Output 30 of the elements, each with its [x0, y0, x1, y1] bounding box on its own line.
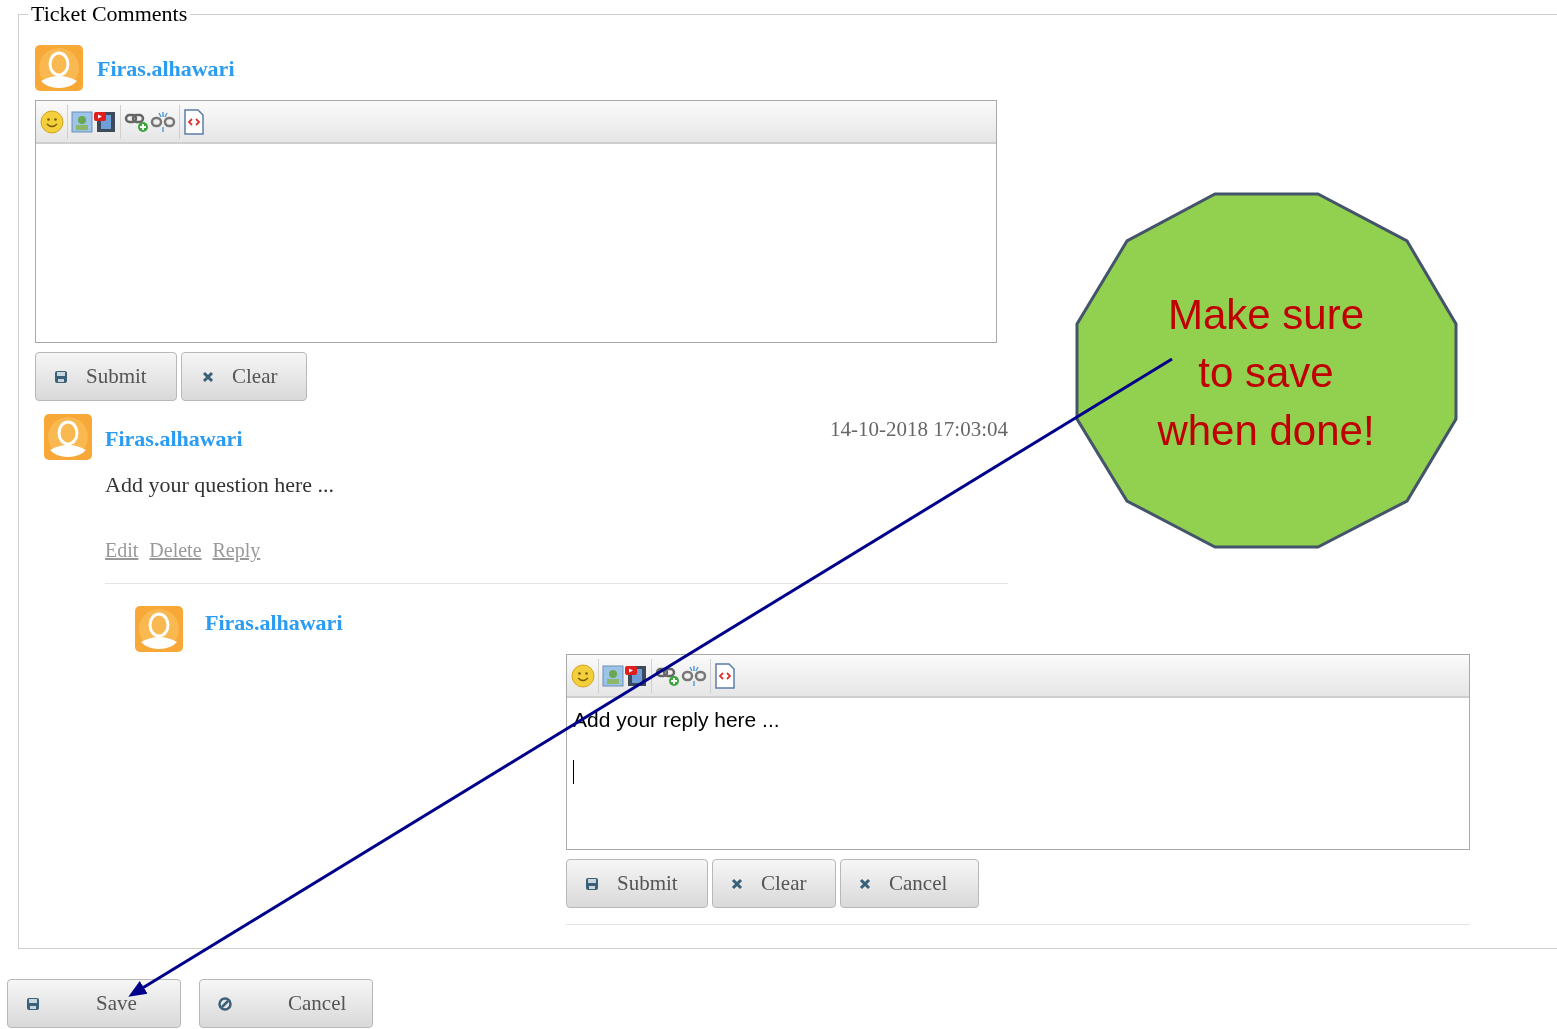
film-icon[interactable]	[624, 663, 648, 688]
callout-text: when done!	[1157, 406, 1375, 456]
callout-text: to save	[1198, 348, 1334, 398]
smiley-icon[interactable]	[40, 109, 64, 134]
avatar-icon	[135, 606, 183, 652]
close-icon	[202, 370, 214, 383]
code-file-icon[interactable]	[714, 662, 736, 689]
film-icon[interactable]	[93, 109, 117, 134]
save-icon	[585, 876, 599, 891]
cancel-icon	[218, 996, 232, 1011]
avatar-icon	[44, 414, 92, 460]
clear-button[interactable]: Clear	[712, 859, 836, 908]
comment-text: Add your question here ...	[105, 471, 336, 499]
cancel-button[interactable]: Cancel	[199, 979, 373, 1028]
code-file-icon[interactable]	[183, 108, 205, 135]
save-button[interactable]: Submit	[35, 352, 177, 401]
avatar-icon	[35, 45, 83, 91]
unlink-icon[interactable]	[150, 109, 176, 134]
save-button[interactable]: Submit	[566, 859, 708, 908]
unlink-icon[interactable]	[681, 663, 707, 688]
save-icon	[26, 996, 40, 1011]
callout-text: Make sure	[1167, 290, 1365, 340]
comment-date: 14-10-2018 17:03:04	[830, 416, 1008, 443]
smiley-icon[interactable]	[571, 663, 595, 688]
close-icon	[859, 877, 871, 890]
clear-button[interactable]: Cancel	[840, 859, 979, 908]
save-icon	[54, 369, 68, 384]
save-button[interactable]: Save	[7, 979, 181, 1028]
close-icon	[731, 877, 743, 890]
clear-button[interactable]: Clear	[181, 352, 307, 401]
